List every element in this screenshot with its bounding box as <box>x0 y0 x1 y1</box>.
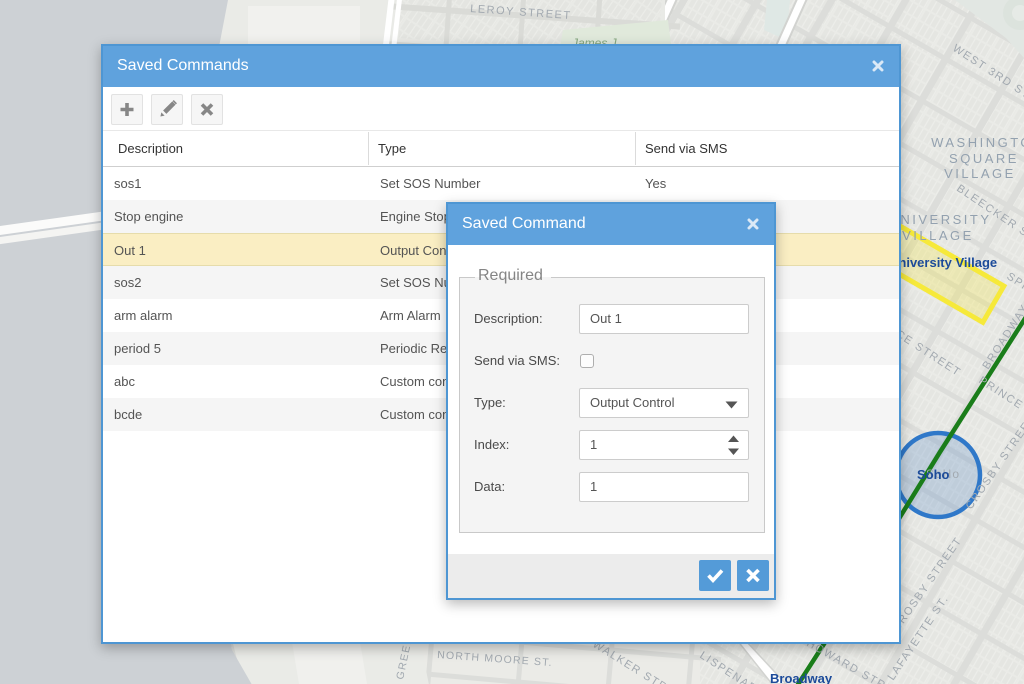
svg-text:SQUARE: SQUARE <box>949 151 1019 166</box>
svg-text:VILLAGE: VILLAGE <box>902 228 974 243</box>
svg-text:WASHINGTON: WASHINGTON <box>931 135 1024 150</box>
svg-text:University Village: University Village <box>889 255 997 270</box>
svg-text:VILLAGE: VILLAGE <box>944 166 1016 181</box>
svg-text:Soho: Soho <box>917 467 950 482</box>
svg-text:UNIVERSITY: UNIVERSITY <box>888 212 991 227</box>
svg-text:Broadway: Broadway <box>770 671 833 684</box>
